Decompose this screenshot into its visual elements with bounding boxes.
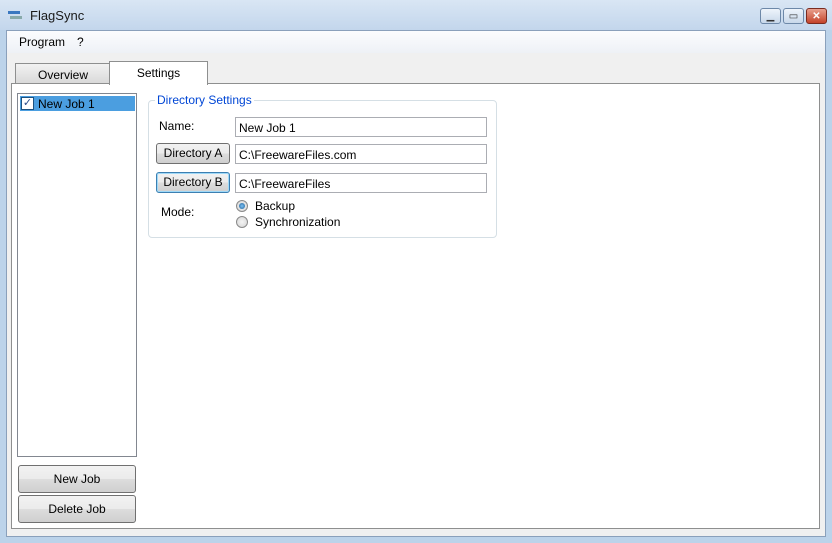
job-checkbox[interactable]: ✓ xyxy=(21,97,34,110)
window-title: FlagSync xyxy=(30,8,85,23)
mode-label: Mode: xyxy=(161,205,195,219)
client-area: Program ? Overview Settings ✓ New Job 1 … xyxy=(6,30,826,537)
checkmark-icon: ✓ xyxy=(22,97,33,109)
job-list[interactable]: ✓ New Job 1 xyxy=(17,93,137,457)
title-bar[interactable]: FlagSync ▁ ▭ ✕ xyxy=(0,0,832,30)
settings-panel: ✓ New Job 1 New Job Delete Job Directory… xyxy=(11,83,820,529)
directory-a-input[interactable]: C:\FreewareFiles.com xyxy=(235,144,487,164)
maximize-icon: ▭ xyxy=(788,10,799,22)
directory-a-button[interactable]: Directory A xyxy=(156,143,230,164)
menu-program[interactable]: Program xyxy=(19,35,65,49)
backup-label[interactable]: Backup xyxy=(255,199,295,213)
directory-b-button[interactable]: Directory B xyxy=(156,172,230,193)
minimize-icon: ▁ xyxy=(766,10,775,22)
maximize-button[interactable]: ▭ xyxy=(783,8,804,24)
tab-settings[interactable]: Settings xyxy=(109,61,208,85)
app-icon xyxy=(8,11,22,19)
menu-help[interactable]: ? xyxy=(77,35,84,49)
synchronization-label[interactable]: Synchronization xyxy=(255,215,340,229)
new-job-button[interactable]: New Job xyxy=(18,465,136,493)
directory-settings-group: Directory Settings Name: New Job 1 Direc… xyxy=(148,93,497,238)
close-button[interactable]: ✕ xyxy=(806,8,827,24)
directory-b-input[interactable]: C:\FreewareFiles xyxy=(235,173,487,193)
synchronization-radio[interactable] xyxy=(236,216,248,228)
backup-radio[interactable] xyxy=(236,200,248,212)
list-item[interactable]: ✓ New Job 1 xyxy=(20,96,135,111)
delete-job-button[interactable]: Delete Job xyxy=(18,495,136,523)
group-title: Directory Settings xyxy=(155,93,254,107)
name-label: Name: xyxy=(159,119,195,133)
menu-bar: Program ? xyxy=(7,31,825,53)
minimize-button[interactable]: ▁ xyxy=(760,8,781,24)
close-icon: ✕ xyxy=(812,10,821,22)
tab-overview[interactable]: Overview xyxy=(15,63,111,84)
name-input[interactable]: New Job 1 xyxy=(235,117,487,137)
job-label: New Job 1 xyxy=(38,96,95,111)
